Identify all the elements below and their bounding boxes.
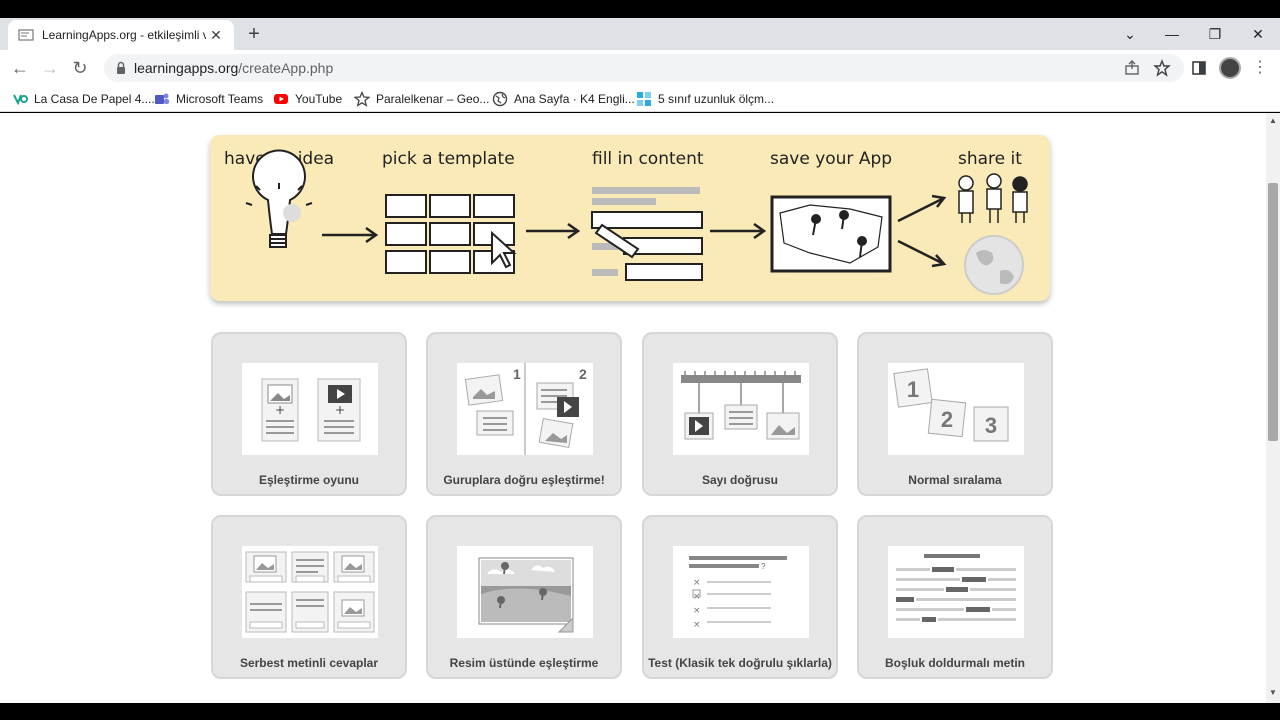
order-number-3: 3 [985,413,997,438]
share-arrows-icon [897,194,947,268]
page-scrollbar[interactable]: ▲ ▼ [1266,113,1280,703]
template-label: Eşleştirme oyunu [258,473,360,487]
svg-text:×: × [693,578,701,588]
template-label: Serbest metinli cevaplar [239,656,379,670]
youtube-icon [274,94,288,104]
matching-on-image-thumbnail [457,546,593,638]
bookmark-label: Paralelkenar – Geo... [376,92,490,106]
template-label: Test (Klasik tek doğrulu şıklarla) [648,656,832,670]
svg-text:+: + [335,403,345,417]
free-text-input-thumbnail [242,546,378,638]
bookmark-label: La Casa De Papel 4.... [34,92,155,106]
template-card[interactable]: Boşluk doldurmalı metin [857,515,1053,679]
number-line-thumbnail [673,363,809,455]
template-label: Sayı doğrusu [701,473,778,487]
template-label: Guruplara doğru eşleştirme! [443,473,605,487]
form-content-icon [591,187,703,281]
scroll-up-icon[interactable]: ▲ [1269,117,1277,125]
template-card[interactable]: 1 2 Guruplara doğru eşleştirme! [426,332,622,496]
url-host: learningapps.org [134,60,239,76]
browser-window: LearningApps.org - etkileşimli ve ✕ + ⌄ … [0,0,1280,720]
group-1-number: 1 [513,366,521,382]
url-text: learningapps.org/createApp.php [134,60,333,76]
restore-icon[interactable]: ❐ [1205,24,1225,44]
bookmark-item[interactable]: Ana Sayfa · K4 Engli... [492,90,635,108]
template-card[interactable]: Sayı doğrusu [642,332,838,496]
vo-logo-icon [13,94,28,106]
cloze-text-thumbnail [888,546,1024,638]
arrow-icon [322,226,379,244]
svg-text:×: × [693,606,701,616]
bottom-black-bar [0,703,1280,720]
close-tab-icon[interactable]: ✕ [208,27,224,43]
forward-icon[interactable]: → [40,58,60,78]
template-label: Normal sıralama [908,473,1002,487]
template-card[interactable]: Resim üstünde eşleştirme [426,515,622,679]
multiple-choice-thumbnail: ? × × × × [673,546,809,638]
question-mark: ? [761,562,766,571]
world-globe-icon [964,235,1024,295]
svg-text:×: × [693,620,701,630]
address-bar[interactable]: learningapps.org/createApp.php [104,54,1184,82]
side-panel-icon[interactable] [1191,60,1207,76]
bookmark-item[interactable]: La Casa De Papel 4.... [12,90,155,108]
people-icon [958,173,1028,223]
bookmark-item[interactable]: Paralelkenar – Geo... [354,90,489,108]
bookmark-label: YouTube [295,92,343,106]
profile-avatar[interactable] [1219,57,1241,79]
group-2-number: 2 [579,366,587,382]
lightbulb-icon [252,149,306,248]
lock-icon [117,61,125,74]
reload-icon[interactable]: ↻ [70,58,90,78]
svg-text:+: + [275,403,285,417]
map-icon [770,195,892,273]
template-card[interactable]: + + Eşleştirme oyunu [211,332,407,496]
bookmarks-bar: La Casa De Papel 4.... Microsoft Teams Y… [0,86,1280,112]
arrow-icon [526,222,581,240]
template-label: Resim üstünde eşleştirme [449,656,599,670]
learningapps-favicon-icon [18,27,34,43]
order-number-1: 1 [907,377,919,402]
close-window-icon[interactable]: ✕ [1248,24,1268,44]
menu-icon[interactable]: ⋮ [1252,58,1268,78]
workflow-illustration [245,149,1028,295]
group-assignment-thumbnail: 1 2 [457,363,593,455]
minimize-icon[interactable]: — [1162,24,1182,44]
tab-search-icon[interactable]: ⌄ [1120,24,1140,44]
simple-order-thumbnail: 1 2 3 [888,363,1024,455]
bookmark-label: 5 sınıf uzunluk ölçm... [658,92,775,106]
tab-strip: LearningApps.org - etkileşimli ve ✕ + ⌄ … [0,18,1280,50]
template-label: Boşluk doldurmalı metin [884,656,1025,670]
share-icon[interactable] [1123,59,1141,77]
bookmark-item[interactable]: YouTube [273,90,342,108]
bookmark-star-icon[interactable] [1153,59,1171,77]
bookmark-label: Ana Sayfa · K4 Engli... [514,92,635,106]
scroll-thumb[interactable] [1268,183,1278,441]
template-grid-icon [385,194,517,274]
tab-title: LearningApps.org - etkileşimli ve [42,28,206,42]
globe-icon [492,91,508,107]
scroll-down-icon[interactable]: ▼ [1269,689,1277,697]
grid-app-icon [637,92,651,106]
template-card[interactable]: Serbest metinli cevaplar [211,515,407,679]
new-tab-icon[interactable]: + [244,24,264,44]
pair-matching-thumbnail: + + [242,363,378,455]
browser-toolbar: ← → ↻ learningapps.org/createApp.php ⋮ [0,50,1280,86]
bookmark-item[interactable]: 5 sınıf uzunluk ölçm... [636,90,774,108]
bookmark-label: Microsoft Teams [176,92,264,106]
star-outline-icon [354,91,370,107]
bookmark-item[interactable]: Microsoft Teams [154,90,263,108]
url-path: /createApp.php [238,60,334,76]
teams-icon [155,93,169,104]
back-icon[interactable]: ← [10,58,30,78]
how-it-works-banner: have an idea pick a template fill in con… [210,135,1050,301]
template-card[interactable]: ? × × × × Test (Klasik tek doğrulu şıklarla… [642,515,838,679]
arrow-icon [710,222,767,240]
order-number-2: 2 [941,407,953,432]
browser-tab[interactable]: LearningApps.org - etkileşimli ve ✕ [8,20,234,50]
template-card[interactable]: 1 2 3 Normal sıralama [857,332,1053,496]
page-content: have an idea pick a template fill in con… [0,113,1266,703]
